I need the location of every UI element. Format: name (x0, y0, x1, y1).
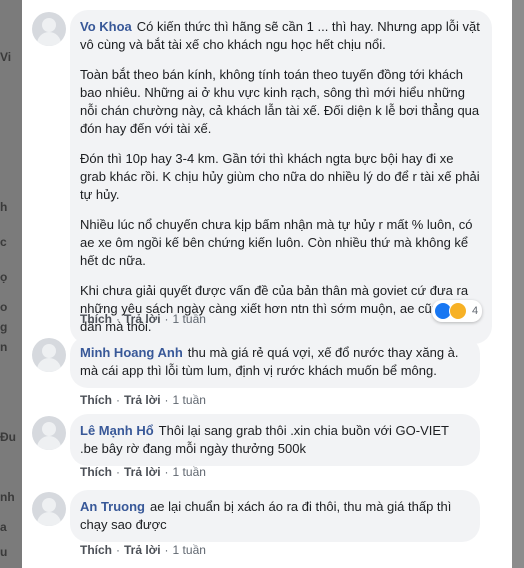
comment-time[interactable]: 1 tuần (173, 543, 206, 557)
avatar[interactable] (32, 338, 66, 372)
background-fragment: h (0, 200, 8, 214)
like-link[interactable]: Thích (80, 393, 112, 407)
reply-link[interactable]: Trả lời (124, 312, 161, 326)
background-fragment: c (0, 235, 7, 249)
haha-reaction-icon (449, 302, 467, 320)
comment-author[interactable]: Vo Khoa (80, 19, 132, 34)
background-fragment: a (0, 520, 7, 534)
like-link[interactable]: Thích (80, 543, 112, 557)
comment-paragraph: Khi chưa giải quyết được vấn đề của bản … (80, 283, 478, 334)
avatar[interactable] (32, 492, 66, 526)
background-fragment: Đu (0, 430, 16, 444)
comment-time[interactable]: 1 tuần (173, 465, 206, 479)
comment-paragraph: Đón thì 10p hay 3-4 km. Gần tới thì khác… (80, 151, 480, 202)
comment-actions: Thích · Trả lời · 1 tuần (80, 543, 206, 557)
comment-author[interactable]: An Truong (80, 499, 145, 514)
comment-actions: Thích · Trả lời · 1 tuần (80, 393, 206, 407)
reply-link[interactable]: Trả lời (124, 465, 161, 479)
background-fragment: ọ (0, 270, 8, 284)
comment-author[interactable]: Minh Hoang Anh (80, 345, 183, 360)
reply-link[interactable]: Trả lời (124, 543, 161, 557)
comment-bubble: An Truong ae lại chuẩn bị xách áo ra đi t… (70, 490, 480, 542)
comment-actions: Thích · Trả lời · 1 tuần (80, 465, 206, 479)
comment-bubble: Vo Khoa Có kiến thức thì hãng sẽ cần 1 ..… (70, 10, 492, 344)
avatar[interactable] (32, 12, 66, 46)
background-fragment: u (0, 545, 8, 559)
like-link[interactable]: Thích (80, 465, 112, 479)
like-link[interactable]: Thích (80, 312, 112, 326)
background-fragment: o (0, 300, 8, 314)
reaction-count: 4 (472, 305, 479, 317)
comment-paragraph: Toàn bắt theo bán kính, không tính toán … (80, 67, 480, 136)
comment-text: Có kiến thức thì hãng sẽ cần 1 ... thì h… (80, 19, 480, 52)
comment-actions: Thích · Trả lời · 1 tuần (80, 312, 206, 326)
background-fragment: nh (0, 490, 15, 504)
comment-bubble: Lê Mạnh Hổ Thôi lại sang grab thôi .xin c… (70, 414, 480, 466)
comments-panel: Vo Khoa Có kiến thức thì hãng sẽ cần 1 ..… (22, 0, 512, 568)
comment-bubble: Minh Hoang Anh thu mà giá rẻ quá vợi, xế … (70, 336, 480, 388)
avatar[interactable] (32, 416, 66, 450)
background-page (0, 0, 22, 568)
background-fragment: n (0, 340, 8, 354)
background-fragment: g (0, 320, 8, 334)
background-fragment: Vi (0, 50, 12, 64)
reactions-summary[interactable]: 4 (432, 300, 483, 322)
comment-paragraph: Nhiều lúc nổ chuyến chưa kịp bấm nhận mà… (80, 217, 473, 268)
comment-time[interactable]: 1 tuần (173, 312, 206, 326)
comment-paragraph: Vo Khoa Có kiến thức thì hãng sẽ cần 1 ..… (80, 18, 480, 54)
comment-author[interactable]: Lê Mạnh Hổ (80, 423, 154, 438)
reply-link[interactable]: Trả lời (124, 393, 161, 407)
comment-time[interactable]: 1 tuần (173, 393, 206, 407)
